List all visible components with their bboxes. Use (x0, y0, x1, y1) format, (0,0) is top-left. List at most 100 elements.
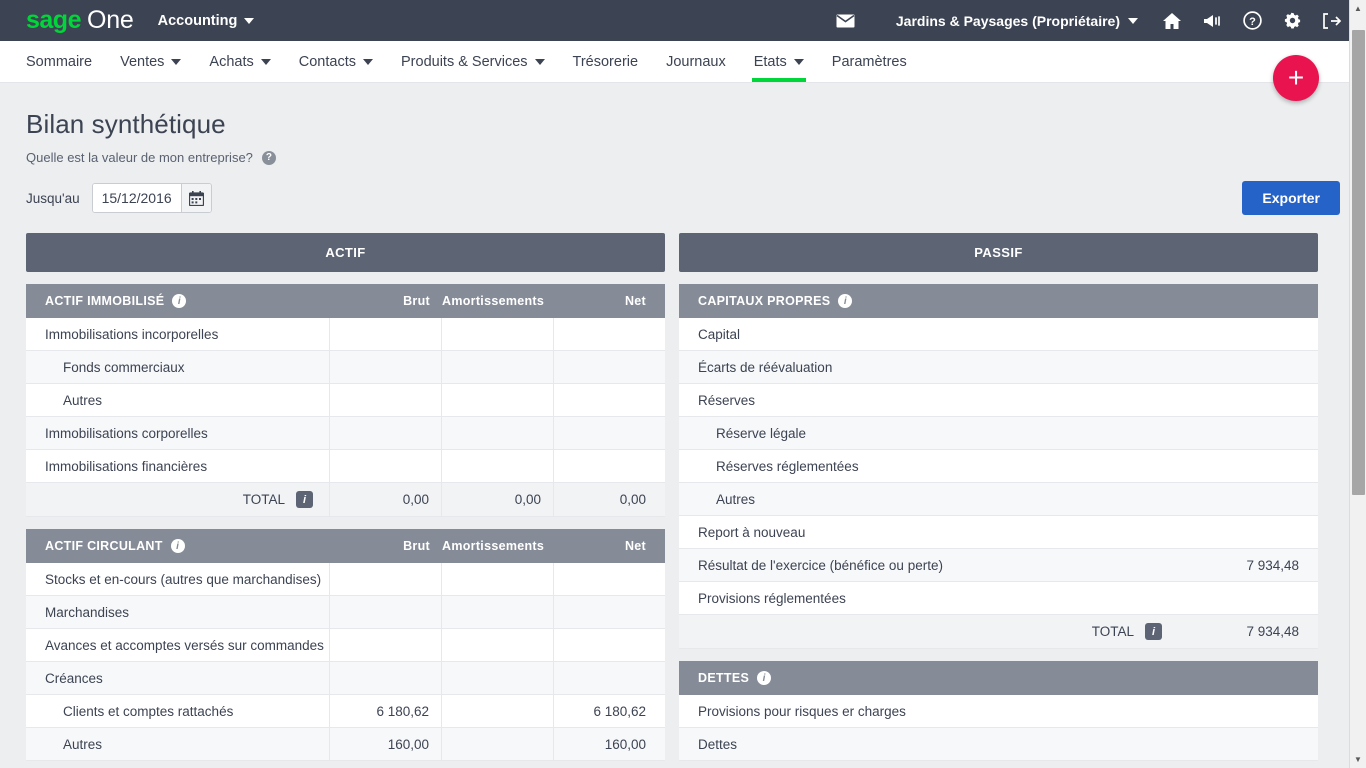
total-label-group: TOTAL i (679, 623, 1178, 640)
help-icon[interactable]: ? (1232, 0, 1272, 41)
table-row[interactable]: Clients et comptes rattachés 6 180,62 6 … (26, 695, 665, 728)
row-label: Réserves réglementées (716, 458, 859, 474)
nav-item-tresorerie[interactable]: Trésorerie (559, 41, 653, 82)
total-brut: 0,00 (329, 483, 441, 516)
row-label: Provisions pour risques er charges (698, 703, 906, 719)
top-bar-actions: Jardins & Paysages (Propriétaire) ? (826, 0, 1352, 41)
nav-label: Produits & Services (401, 53, 528, 70)
table-row[interactable]: Autres (26, 384, 665, 417)
nav-item-achats[interactable]: Achats (195, 41, 284, 82)
company-selector[interactable]: Jardins & Paysages (Propriétaire) (896, 13, 1138, 29)
nav-item-etats[interactable]: Etats (740, 41, 818, 82)
envelope-icon[interactable] (826, 0, 866, 41)
row-amortissements (441, 450, 553, 482)
nav-label: Ventes (120, 53, 165, 70)
table-row[interactable]: Immobilisations financières (26, 450, 665, 483)
table-row[interactable]: Créances (26, 662, 665, 695)
info-icon[interactable]: i (172, 294, 187, 308)
table-row[interactable]: Réserves (679, 384, 1318, 417)
table-row[interactable]: Marchandises (26, 596, 665, 629)
total-label: TOTAL (242, 492, 285, 507)
section-title: ACTIF IMMOBILISÉ (45, 294, 165, 308)
info-icon[interactable]: i (1145, 623, 1162, 640)
date-filter-group (91, 183, 212, 213)
info-icon[interactable]: i (757, 671, 772, 685)
table-row[interactable]: Écarts de réévaluation (679, 351, 1318, 384)
table-row[interactable]: Réserves réglementées (679, 450, 1318, 483)
table-row[interactable]: Capital (679, 318, 1318, 351)
total-net: 0,00 (553, 483, 665, 516)
table-row[interactable]: Autres (679, 483, 1318, 516)
table-row[interactable]: Report à nouveau (679, 516, 1318, 549)
nav-item-journaux[interactable]: Journaux (652, 41, 740, 82)
column-header-net: Net (624, 539, 646, 553)
company-name: Jardins & Paysages (Propriétaire) (895, 12, 1120, 29)
home-icon[interactable] (1152, 0, 1192, 41)
section-header: DETTES i (679, 661, 1318, 695)
table-row[interactable]: Résultat de l'exercice (bénéfice ou pert… (679, 549, 1318, 582)
logo-sage-text: sage (26, 6, 81, 34)
page-title: Bilan synthétique (26, 109, 226, 139)
table-row[interactable]: Immobilisations incorporelles (26, 318, 665, 351)
app-switcher[interactable]: Accounting (158, 13, 255, 29)
gear-icon[interactable] (1272, 0, 1312, 41)
row-label: Créances (45, 670, 103, 686)
row-brut (329, 384, 441, 416)
chevron-down-icon (1128, 17, 1138, 24)
row-brut (329, 629, 441, 661)
row-label: Autres (63, 392, 103, 408)
megaphone-icon[interactable] (1192, 0, 1232, 41)
row-amortissements (441, 417, 553, 449)
scrollbar-thumb[interactable] (1352, 30, 1365, 495)
chevron-down-icon (171, 58, 182, 65)
table-row[interactable]: Autres 160,00 160,00 (26, 728, 665, 761)
table-row[interactable]: Stocks et en-cours (autres que marchandi… (26, 563, 665, 596)
row-net (553, 351, 665, 383)
row-net (553, 596, 665, 628)
column-header-net: Net (624, 294, 646, 308)
total-label: TOTAL (1091, 624, 1134, 639)
scroll-down-arrow[interactable]: ▼ (1350, 751, 1366, 768)
table-row[interactable]: Provisions réglementées (679, 582, 1318, 615)
nav-item-produits-services[interactable]: Produits & Services (387, 41, 559, 82)
page-scrollbar[interactable]: ▲ ▼ (1349, 0, 1366, 768)
nav-label: Etats (753, 53, 787, 70)
row-brut: 6 180,62 (329, 695, 441, 727)
logout-icon[interactable] (1312, 0, 1352, 41)
row-amortissements (441, 384, 553, 416)
nav-item-contacts[interactable]: Contacts (285, 41, 387, 82)
add-button[interactable]: + (1273, 55, 1319, 101)
table-row[interactable]: Immobilisations corporelles (26, 417, 665, 450)
row-amortissements (441, 629, 553, 661)
column-header-amortissements: Amortissements (442, 539, 545, 553)
row-value (1178, 450, 1318, 482)
nav-item-parametres[interactable]: Paramètres (818, 41, 921, 82)
scroll-up-arrow[interactable]: ▲ (1350, 0, 1366, 17)
info-icon[interactable]: i (838, 294, 853, 308)
row-label: Stocks et en-cours (autres que marchandi… (45, 571, 322, 587)
row-label: Provisions réglementées (698, 590, 846, 606)
export-button[interactable]: Exporter (1242, 181, 1340, 215)
sage-one-logo[interactable]: sage One (26, 8, 134, 33)
calendar-icon[interactable] (180, 184, 211, 212)
chevron-down-icon (793, 58, 804, 65)
nav-item-sommaire[interactable]: Sommaire (26, 41, 106, 82)
row-amortissements (441, 318, 553, 350)
column-header-brut: Brut (403, 294, 430, 308)
nav-label: Paramètres (831, 53, 907, 70)
nav-item-ventes[interactable]: Ventes (106, 41, 195, 82)
help-icon[interactable]: ? (261, 150, 276, 165)
info-icon[interactable]: i (296, 491, 313, 508)
section-actif-immobilise: ACTIF IMMOBILISÉ i Brut Amortissements N… (26, 284, 665, 517)
nav-label: Sommaire (26, 53, 93, 70)
table-row[interactable]: Fonds commerciaux (26, 351, 665, 384)
date-input[interactable] (92, 184, 181, 212)
column-header-brut: Brut (403, 539, 430, 553)
table-row[interactable]: Réserve légale (679, 417, 1318, 450)
row-brut (329, 450, 441, 482)
row-label: Immobilisations financières (45, 458, 208, 474)
table-row[interactable]: Dettes (679, 728, 1318, 761)
info-icon[interactable]: i (170, 539, 185, 553)
table-row[interactable]: Avances et accomptes versés sur commande… (26, 629, 665, 662)
table-row[interactable]: Provisions pour risques er charges (679, 695, 1318, 728)
